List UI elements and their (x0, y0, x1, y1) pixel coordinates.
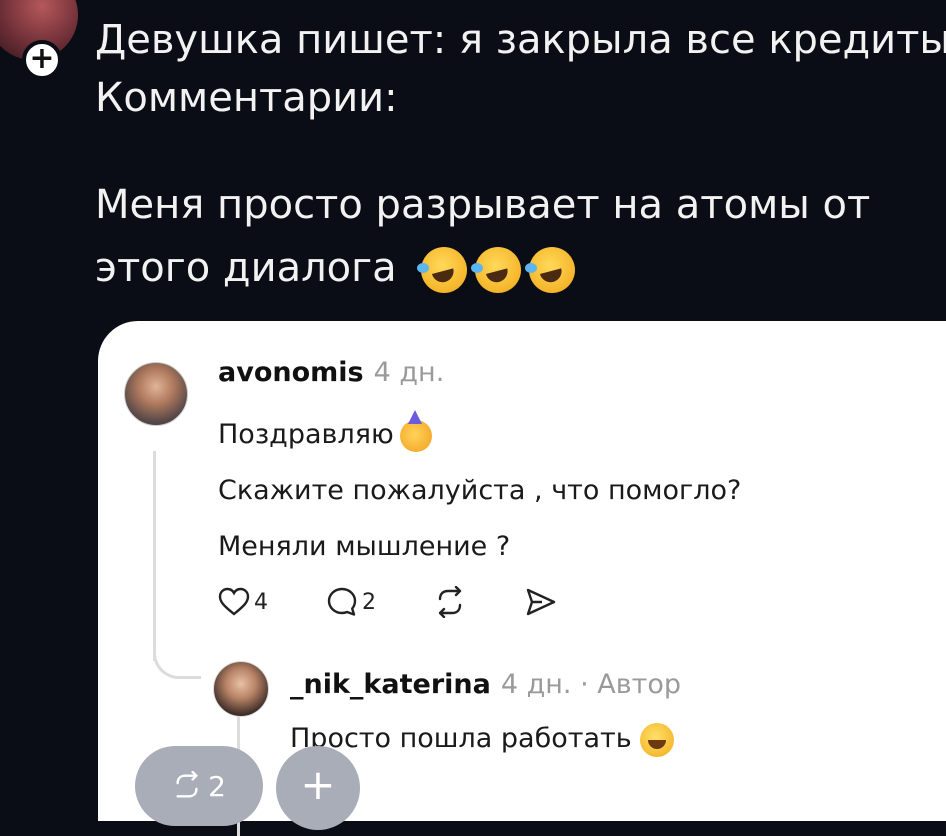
follow-button[interactable]: + (22, 40, 62, 80)
repost-icon (176, 771, 198, 798)
comment-line: Скажите пожалуйста , что помогло? (218, 475, 742, 506)
comment-bubble-icon (327, 587, 357, 616)
heart-icon (218, 587, 250, 616)
party-face-emoji-icon (399, 409, 432, 452)
comment-header: avonomis 4 дн. (218, 357, 444, 388)
floating-repost-button[interactable]: 2 (135, 746, 263, 826)
reply-text-row: Просто пошла работать (290, 719, 674, 759)
laughing-emoji-icon (525, 247, 576, 293)
comment-line: Поздравляю (218, 419, 394, 450)
reply-text: Просто пошла работать (290, 723, 632, 754)
repost-icon (438, 586, 462, 618)
like-count: 4 (254, 589, 268, 615)
commenter-avatar[interactable] (124, 362, 188, 426)
floating-repost-count: 2 (208, 769, 226, 803)
reply-button[interactable]: 2 (326, 586, 376, 618)
comment-username[interactable]: avonomis (218, 357, 364, 388)
repost-button[interactable] (434, 586, 466, 618)
reply-time: 4 дн. (500, 669, 572, 700)
reply-header: _nik_katerina 4 дн. · Автор (290, 669, 681, 700)
comment-time: 4 дн. (373, 357, 445, 388)
emoji-group (417, 247, 576, 293)
thread-connector (153, 641, 201, 679)
author-badge: · Автор (580, 669, 682, 700)
share-button[interactable] (524, 586, 558, 618)
reply-count: 2 (362, 589, 376, 615)
plus-icon: + (29, 40, 55, 76)
post-title: Девушка пишет: я закрыла все кредиты (95, 17, 946, 63)
comment-text: Поздравляю Скажите пожалуйста , что помо… (218, 407, 741, 575)
comment-actions: 4 2 (218, 586, 616, 618)
thread-line (153, 451, 156, 661)
reply-author-avatar[interactable] (213, 661, 269, 717)
plus-icon: + (300, 760, 336, 809)
like-button[interactable]: 4 (218, 587, 268, 617)
reply-username[interactable]: _nik_katerina (290, 669, 491, 700)
send-icon (526, 588, 556, 616)
smiling-emoji-icon (639, 722, 674, 757)
laughing-emoji-icon (417, 247, 468, 293)
post-body: Меня просто разрывает на атомы от этого … (95, 174, 935, 300)
comment-line: Меняли мышление ? (218, 531, 511, 562)
floating-add-button[interactable]: + (276, 746, 360, 830)
laughing-emoji-icon (471, 247, 522, 293)
post-subtitle: Комментарии: (95, 75, 398, 121)
